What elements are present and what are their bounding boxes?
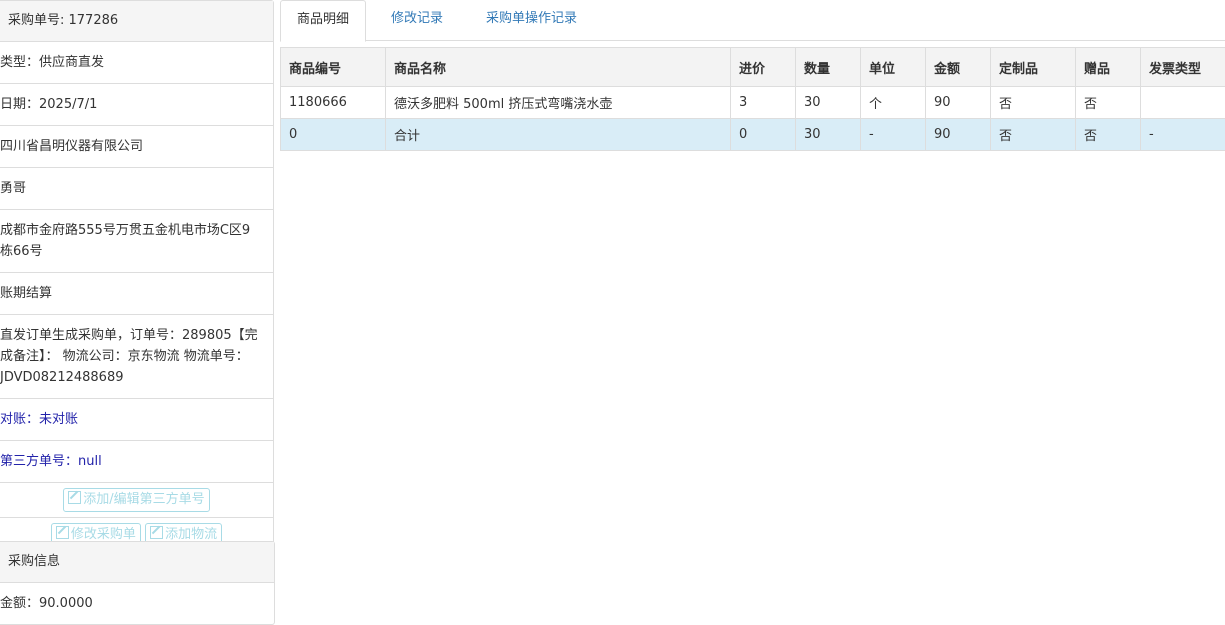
column-header[interactable]: 赠品 <box>1076 48 1141 87</box>
cell-custom: 否 <box>991 119 1076 151</box>
order-type: 类型：供应商直发 <box>0 42 273 84</box>
column-header[interactable]: 发票类型 <box>1141 48 1225 87</box>
third-party-number: 第三方单号：null <box>0 441 273 483</box>
cell-unit: - <box>861 119 926 151</box>
edit-icon <box>56 526 69 539</box>
add-logistics-label: 添加物流 <box>165 527 217 542</box>
order-remark: 直发订单生成采购单，订单号：289805【完成备注】： 物流公司：京东物流 物流… <box>0 315 273 399</box>
column-header[interactable]: 进价 <box>731 48 796 87</box>
cell-unit-price: 3 <box>731 87 796 119</box>
order-date: 日期：2025/7/1 <box>0 84 273 126</box>
cell-gift: 否 <box>1076 119 1141 151</box>
edit-third-party-number-label: 添加/编辑第三方单号 <box>83 492 204 507</box>
edit-third-party-number-button[interactable]: 添加/编辑第三方单号 <box>63 488 209 512</box>
third-party-button-row: 添加/编辑第三方单号 <box>0 483 273 518</box>
cell-amount: 90 <box>926 119 991 151</box>
tab-operation-log[interactable]: 采购单操作记录 <box>470 0 593 40</box>
supplier-name: 四川省昌明仪器有限公司 <box>0 126 273 168</box>
supplier-address: 成都市金府路555号万贯五金机电市场C区9栋66号 <box>0 210 273 273</box>
reconciliation-status: 对账：未对账 <box>0 399 273 441</box>
purchase-info-panel: 采购信息 金额：90.0000 <box>0 541 275 625</box>
column-header[interactable]: 单位 <box>861 48 926 87</box>
table-total-row: 0 合计 0 30 - 90 否 否 - <box>281 119 1225 151</box>
contact-name: 勇哥 <box>0 168 273 210</box>
main-content: 商品明细 修改记录 采购单操作记录 商品编号 商品名称 进价 数量 单位 金额 … <box>280 0 1225 41</box>
product-table: 商品编号 商品名称 进价 数量 单位 金额 定制品 赠品 发票类型 118066… <box>280 47 1225 151</box>
cell-product-code: 0 <box>281 119 386 151</box>
cell-product-code: 1180666 <box>281 87 386 119</box>
cell-unit: 个 <box>861 87 926 119</box>
cell-quantity: 30 <box>796 119 861 151</box>
table-row[interactable]: 1180666 德沃多肥料 500ml 挤压式弯嘴浇水壶 3 30 个 90 否… <box>281 87 1225 119</box>
purchase-amount: 金额：90.0000 <box>0 583 274 624</box>
cell-custom: 否 <box>991 87 1076 119</box>
order-info-panel: 采购单号: 177286 类型：供应商直发 日期：2025/7/1 四川省昌明仪… <box>0 0 274 553</box>
cell-product-name: 德沃多肥料 500ml 挤压式弯嘴浇水壶 <box>386 87 731 119</box>
table-header-row: 商品编号 商品名称 进价 数量 单位 金额 定制品 赠品 发票类型 <box>281 48 1225 87</box>
purchase-info-heading: 采购信息 <box>0 542 274 583</box>
column-header[interactable]: 金额 <box>926 48 991 87</box>
edit-icon <box>68 491 81 504</box>
tab-bar: 商品明细 修改记录 采购单操作记录 <box>280 0 1225 41</box>
cell-quantity: 30 <box>796 87 861 119</box>
cell-gift: 否 <box>1076 87 1141 119</box>
tab-modification-log[interactable]: 修改记录 <box>375 0 459 40</box>
cell-product-name: 合计 <box>386 119 731 151</box>
cell-unit-price: 0 <box>731 119 796 151</box>
cell-invoice-type: - <box>1141 119 1225 151</box>
payment-terms: 账期结算 <box>0 273 273 315</box>
column-header[interactable]: 数量 <box>796 48 861 87</box>
column-header[interactable]: 商品名称 <box>386 48 731 87</box>
edit-icon <box>150 526 163 539</box>
column-header[interactable]: 定制品 <box>991 48 1076 87</box>
order-number-heading: 采购单号: 177286 <box>0 1 273 42</box>
cell-invoice-type <box>1141 87 1225 119</box>
order-detail-sidebar: 采购单号: 177286 类型：供应商直发 日期：2025/7/1 四川省昌明仪… <box>0 0 274 553</box>
tab-product-details[interactable]: 商品明细 <box>280 0 366 42</box>
column-header[interactable]: 商品编号 <box>281 48 386 87</box>
cell-amount: 90 <box>926 87 991 119</box>
modify-order-label: 修改采购单 <box>71 527 136 542</box>
